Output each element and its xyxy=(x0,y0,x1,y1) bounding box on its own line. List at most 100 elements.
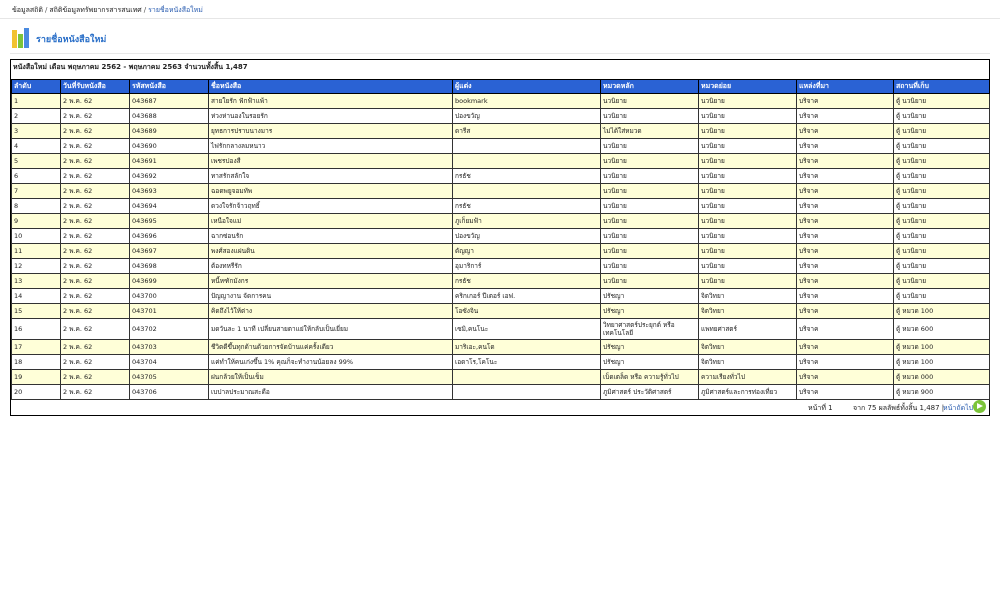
results-total: จาก 75 ผลลัพธ์ทั้งสิ้น 1,487 | xyxy=(853,404,945,412)
cell-location: ตู้ นวนิยาย xyxy=(893,213,990,229)
cell-sub-category: แพทยศาสตร์ xyxy=(698,318,797,340)
cell-index: 17 xyxy=(11,339,61,355)
cell-book-title: มดวันละ 1 นาที เปลี่ยนสายตาแย่ให้กลับเป็… xyxy=(208,318,453,340)
cell-main-category: นวนิยาย xyxy=(600,108,699,124)
cell-author xyxy=(452,153,601,169)
cell-sub-category: จิตวิทยา xyxy=(698,339,797,355)
arrow-right-icon[interactable] xyxy=(973,400,986,413)
cell-author xyxy=(452,369,601,385)
cell-source: บริจาค xyxy=(796,198,894,214)
cell-book-code: 043701 xyxy=(129,303,209,319)
cell-main-category: นวนิยาย xyxy=(600,138,699,154)
cell-book-code: 043702 xyxy=(129,318,209,340)
cell-sub-category: นวนิยาย xyxy=(698,183,797,199)
cell-main-category: นวนิยาย xyxy=(600,168,699,184)
cell-book-title: เพชรปองสี xyxy=(208,153,453,169)
cell-received-date: 2 พ.ค. 62 xyxy=(60,303,130,319)
cell-main-category: วิทยาศาสตร์ประยุกต์ หรือเทคโนโลยี xyxy=(600,318,699,340)
cell-index: 7 xyxy=(11,183,61,199)
cell-main-category: ไม่ได้ใส่หมวด xyxy=(600,123,699,139)
cell-sub-category: นวนิยาย xyxy=(698,153,797,169)
cell-location: ตู้ นวนิยาย xyxy=(893,198,990,214)
cell-location: ตู้ นวนิยาย xyxy=(893,258,990,274)
column-header-index: ลำดับ xyxy=(11,79,61,94)
cell-main-category: ปรัชญา xyxy=(600,288,699,304)
cell-main-category: เบ็ดเตล็ด หรือ ความรู้ทั่วไป xyxy=(600,369,699,385)
cell-source: บริจาค xyxy=(796,273,894,289)
cell-index: 10 xyxy=(11,228,61,244)
breadcrumb-item-resource-stats[interactable]: สถิติข้อมูลทรัพยากรสารสนเทศ xyxy=(49,6,141,14)
cell-received-date: 2 พ.ค. 62 xyxy=(60,258,130,274)
table-row: 32 พ.ค. 62 043689 ยุทธการปราบนางมาร ดารีส ไม… xyxy=(11,123,990,139)
cell-location: ตู้ นวนิยาย xyxy=(893,183,990,199)
table-row: 13 2 พ.ค. 62 043699 หนี้หฑักมังกร กรธัช นวนิย… xyxy=(11,273,990,289)
cell-sub-category: นวนิยาย xyxy=(698,228,797,244)
cell-index: 2 xyxy=(11,108,61,124)
cell-source: บริจาค xyxy=(796,123,894,139)
cell-received-date: 2 พ.ค. 62 xyxy=(60,108,130,124)
cell-sub-category: นวนิยาย xyxy=(698,93,797,109)
cell-source: บริจาค xyxy=(796,303,894,319)
cell-book-code: 043692 xyxy=(129,168,209,184)
cell-sub-category: นวนิยาย xyxy=(698,123,797,139)
cell-main-category: นวนิยาย xyxy=(600,93,699,109)
cell-book-title: ชีวิตดีขึ้นทุกด้านด้วยการจัดบ้านแค่ครั้ง… xyxy=(208,339,453,355)
next-page-link[interactable]: หน้าถัดไป xyxy=(943,403,973,414)
pagination: หน้าที่ 1 จาก 75 ผลลัพธ์ทั้งสิ้น 1,487 |… xyxy=(11,399,989,415)
cell-received-date: 2 พ.ค. 62 xyxy=(60,123,130,139)
page-indicator: หน้าที่ 1 xyxy=(808,404,833,412)
cell-location: ตู้ หมวด 900 xyxy=(893,384,990,400)
cell-book-code: 043694 xyxy=(129,198,209,214)
cell-main-category: ปรัชญา xyxy=(600,339,699,355)
cell-received-date: 2 พ.ค. 62 xyxy=(60,153,130,169)
cell-received-date: 2 พ.ค. 62 xyxy=(60,183,130,199)
cell-sub-category: นวนิยาย xyxy=(698,273,797,289)
cell-source: บริจาค xyxy=(796,168,894,184)
cell-author: ภูเก็ยมฟ้า xyxy=(452,213,601,229)
cell-book-title: คิดถึงไว้ให้ต่าง xyxy=(208,303,453,319)
cell-book-code: 043705 xyxy=(129,369,209,385)
cell-author: กรธัช xyxy=(452,273,601,289)
cell-received-date: 2 พ.ค. 62 xyxy=(60,384,130,400)
cell-index: 5 xyxy=(11,153,61,169)
cell-book-title: แค่ทำให้คนเก่งขึ้น 1% คุณก็จะทำงานน้อยลง… xyxy=(208,354,453,370)
cell-author: โอซังจิน xyxy=(452,303,601,319)
cell-book-code: 043698 xyxy=(129,258,209,274)
cell-source: บริจาค xyxy=(796,228,894,244)
cell-sub-category: นวนิยาย xyxy=(698,138,797,154)
cell-source: บริจาค xyxy=(796,354,894,370)
column-header-main-category: หมวดหลัก xyxy=(600,79,699,94)
cell-author: ปองขวัญ xyxy=(452,228,601,244)
cell-location: ตู้ นวนิยาย xyxy=(893,108,990,124)
cell-source: บริจาค xyxy=(796,339,894,355)
cell-location: ตู้ หมวด 100 xyxy=(893,339,990,355)
cell-author: กรธัช xyxy=(452,198,601,214)
table-row: 15 2 พ.ค. 62 043701 คิดถึงไว้ให้ต่าง โอซังจิ… xyxy=(11,303,990,319)
cell-book-code: 043706 xyxy=(129,384,209,400)
cell-received-date: 2 พ.ค. 62 xyxy=(60,318,130,340)
cell-author: ปองขวัญ xyxy=(452,108,601,124)
cell-location: ตู้ หมวด 100 xyxy=(893,354,990,370)
table-row: 52 พ.ค. 62 043691 เพชรปองสี นวนิยาย นวนิยายบ… xyxy=(11,153,990,169)
cell-location: ตู้ หมวด 000 xyxy=(893,369,990,385)
cell-author: มาริเอะ,คนโด xyxy=(452,339,601,355)
cell-main-category: ปรัชญา xyxy=(600,303,699,319)
results-summary: หนังสือใหม่ เดือน พฤษภาคม 2562 - พฤษภาคม… xyxy=(13,63,248,71)
cell-received-date: 2 พ.ค. 62 xyxy=(60,369,130,385)
cell-main-category: นวนิยาย xyxy=(600,213,699,229)
cell-received-date: 2 พ.ค. 62 xyxy=(60,243,130,259)
breadcrumb-item-stats[interactable]: ข้อมูลสถิติ xyxy=(12,6,43,14)
cell-received-date: 2 พ.ค. 62 xyxy=(60,228,130,244)
breadcrumb-current: รายชื่อหนังสือใหม่ xyxy=(148,6,203,14)
cell-book-title: เหนือใจแม่ xyxy=(208,213,453,229)
cell-book-code: 043695 xyxy=(129,213,209,229)
cell-index: 11 xyxy=(11,243,61,259)
page-title: รายชื่อหนังสือใหม่ xyxy=(36,35,107,45)
cell-main-category: นวนิยาย xyxy=(600,183,699,199)
cell-location: ตู้ นวนิยาย xyxy=(893,153,990,169)
cell-book-code: 043703 xyxy=(129,339,209,355)
cell-received-date: 2 พ.ค. 62 xyxy=(60,93,130,109)
table-row: 10 2 พ.ค. 62 043696 ฉากซ่อนรัก ปองขวัญ นวนิยา… xyxy=(11,228,990,244)
cell-source: บริจาค xyxy=(796,384,894,400)
cell-received-date: 2 พ.ค. 62 xyxy=(60,288,130,304)
